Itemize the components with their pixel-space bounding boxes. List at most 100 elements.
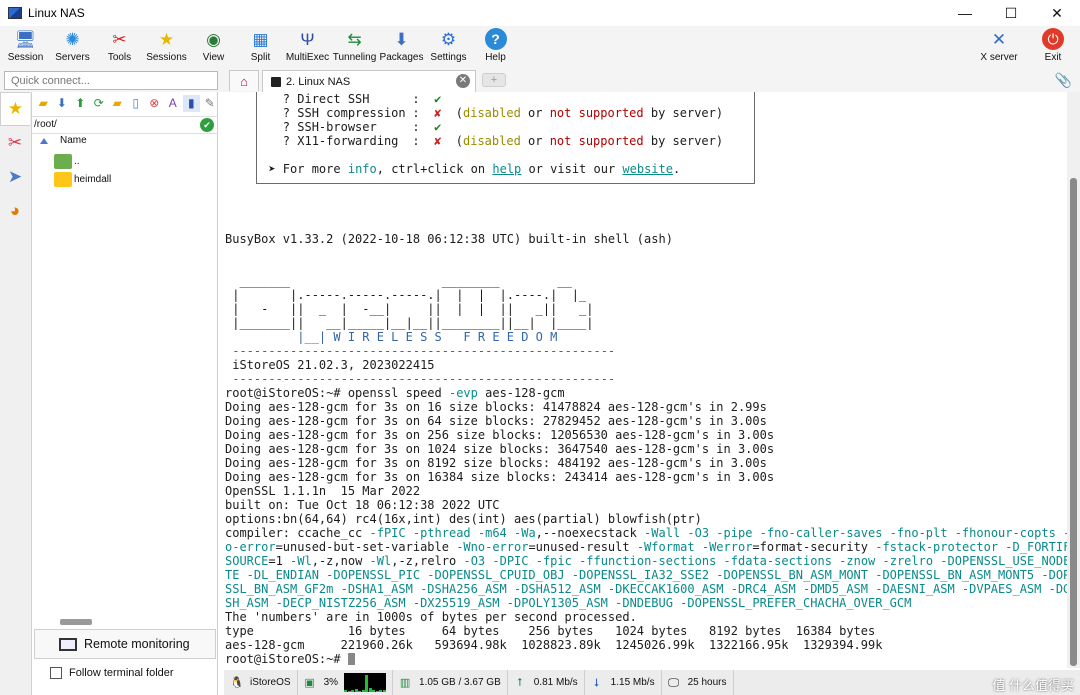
toolbar-session-button[interactable]: 🖥 Session <box>2 26 49 68</box>
toolbar-tunneling-button[interactable]: ⇆ Tunneling <box>331 26 378 68</box>
toolbar-packages-button[interactable]: ⬇ Packages <box>378 26 425 68</box>
toolbar-view-button[interactable]: ◉ View <box>190 26 237 68</box>
separator-line: ----------------------------------------… <box>225 372 1067 386</box>
terminal-area[interactable]: ? Direct SSH: ✔ ? SSH compression: ✘ (di… <box>219 92 1067 668</box>
toolbar-x-server-button[interactable]: ✕ X server <box>972 26 1026 68</box>
term-text: or <box>520 134 550 148</box>
macros-send-icon[interactable]: ➤ <box>0 160 30 194</box>
logo-text: | |.-----.-----.-----.| | | |.----.| |_ <box>232 288 587 302</box>
prompt: root@iStoreOS:~# <box>225 386 348 400</box>
multiexec-icon: Ψ <box>300 29 315 49</box>
compiler-text: =1 <box>268 554 291 568</box>
term-text: . <box>672 162 681 176</box>
upload-icon[interactable]: ⬆ <box>72 95 89 112</box>
cross-icon: ✘ <box>434 106 442 120</box>
toolbar-multiexec-button[interactable]: Ψ MultiExec <box>284 26 331 68</box>
new-folder-icon[interactable]: ▰ <box>109 95 126 112</box>
close-button[interactable]: ✕ <box>1034 0 1080 26</box>
help-link[interactable]: help <box>492 162 521 176</box>
status-upload: ⭡ 0.81 Mb/s <box>508 670 585 695</box>
sftp-path[interactable]: /root/ <box>34 119 57 130</box>
toolbar-label: Tunneling <box>332 52 377 63</box>
final-prompt-line: root@iStoreOS:~# <box>225 652 1067 666</box>
window-controls: — ☐ ✕ <box>942 0 1080 26</box>
term-text: disabled <box>463 106 521 120</box>
command-flag: -evp <box>448 386 478 400</box>
download-icon[interactable]: ⬇ <box>54 95 71 112</box>
compiler-text: -Wall -O3 -pipe -fno-caller-saves -fno-p… <box>644 526 1067 540</box>
toolbar-right-buttons: ✕ X server ⏻ Exit <box>972 26 1080 68</box>
output-line: OpenSSL 1.1.1n 15 Mar 2022 <box>225 484 1067 498</box>
remote-monitoring-button[interactable]: Remote monitoring <box>34 629 216 659</box>
maximize-button[interactable]: ☐ <box>988 0 1034 26</box>
settings-icon: ⚙ <box>440 29 457 49</box>
follow-folder-checkbox[interactable] <box>50 667 62 679</box>
delete-icon[interactable]: ⊗ <box>146 95 163 112</box>
output-line: Doing aes-128-gcm for 3s on 1024 size bl… <box>225 442 1067 456</box>
file-name: .. <box>74 155 80 167</box>
toolbar-help-button[interactable]: ? Help <box>472 26 519 68</box>
toolbar-buttons: 🖥 Session ✺ Servers ✂ Tools ★ Sessions ◉ View ▦ Spl… <box>0 26 519 68</box>
sftp-scrollbar[interactable] <box>60 619 92 625</box>
checkmark-icon[interactable]: ✔ <box>200 118 214 132</box>
edit-icon[interactable]: ✎ <box>202 95 219 112</box>
website-link[interactable]: website <box>622 162 673 176</box>
parent-folder-icon[interactable]: ▰ <box>35 95 52 112</box>
capability-label: ? SSH-browser <box>282 120 377 134</box>
toolbar-split-button[interactable]: ▦ Split <box>237 26 284 68</box>
summary-line: aes-128-gcm 221960.26k 593694.98k 102882… <box>225 638 1067 652</box>
toolbar-label: Split <box>250 52 271 63</box>
toolbar-tools-button[interactable]: ✂ Tools <box>96 26 143 68</box>
new-tab-button[interactable]: + <box>482 73 506 87</box>
separator: ----------------------------------------… <box>232 372 616 386</box>
window-title: Linux NAS <box>28 6 85 20</box>
toolbar-exit-button[interactable]: ⏻ Exit <box>1026 26 1080 68</box>
minimize-button[interactable]: — <box>942 0 988 26</box>
check-icon: ✔ <box>434 92 442 106</box>
status-download: ⭣ 1.15 Mb/s <box>585 670 662 695</box>
column-header-name[interactable]: Name <box>32 135 218 150</box>
compiler-text: ,--noexecstack <box>535 526 645 540</box>
file-name: heimdall <box>74 173 112 185</box>
tools-side-icon[interactable]: ✂ <box>0 126 30 160</box>
new-file-icon[interactable]: ▯ <box>128 95 145 112</box>
terminal-scroll-thumb[interactable] <box>1070 178 1077 666</box>
toolbar-label: Sessions <box>146 52 187 63</box>
home-tab[interactable]: ⌂ <box>229 70 259 91</box>
file-row-parent[interactable]: .. <box>54 152 80 170</box>
file-row-heimdall[interactable]: heimdall <box>54 170 111 188</box>
sftp-globe-icon[interactable]: ◕ <box>0 194 30 228</box>
term-text: Doing aes-128-gcm for 3s on 256 size blo… <box>225 428 775 442</box>
compiler-text: compiler: ccache_cc <box>225 526 370 540</box>
logo-text: |__| W I R E L E S S F R E E D O M <box>232 330 558 344</box>
column-name-label: Name <box>60 135 87 146</box>
toolbar-sessions-button[interactable]: ★ Sessions <box>143 26 190 68</box>
sessions-star-icon[interactable]: ★ <box>0 92 30 126</box>
toolbar-label: Servers <box>55 52 90 63</box>
output-line: Doing aes-128-gcm for 3s on 256 size blo… <box>225 428 1067 442</box>
linux-icon: 🐧 <box>230 676 244 689</box>
toolbar-servers-button[interactable]: ✺ Servers <box>49 26 96 68</box>
follow-terminal-folder[interactable]: Follow terminal folder <box>50 667 174 679</box>
terminal-tab-icon <box>271 76 281 87</box>
quick-connect-input[interactable] <box>4 71 218 90</box>
refresh-icon[interactable]: ⟳ <box>91 95 108 112</box>
properties-icon[interactable]: ▮ <box>183 94 200 112</box>
output-line: built on: Tue Oct 18 06:12:38 2022 UTC <box>225 498 1067 512</box>
compiler-text: -Wno-error <box>456 540 529 554</box>
compiler-text: -O3 -DPIC -fpic -ffunction-sections -fda… <box>463 554 1067 568</box>
attach-icon[interactable]: 📎 <box>1055 72 1072 89</box>
toolbar-label: MultiExec <box>285 52 330 63</box>
os-version-line: iStoreOS 21.02.3, 2023022415 <box>225 358 1067 372</box>
tab-linux-nas[interactable]: 2. Linux NAS ✕ <box>262 70 476 92</box>
compiler-line: TE -DL_ENDIAN -DOPENSSL_PIC -DOPENSSL_CP… <box>225 568 1067 582</box>
terminal-scrollbar[interactable] <box>1067 92 1080 668</box>
rename-icon[interactable]: A <box>165 95 182 112</box>
toolbar-settings-button[interactable]: ⚙ Settings <box>425 26 472 68</box>
sftp-path-bar[interactable]: /root/ ✔ <box>32 116 218 134</box>
tab-close-icon[interactable]: ✕ <box>456 74 470 88</box>
